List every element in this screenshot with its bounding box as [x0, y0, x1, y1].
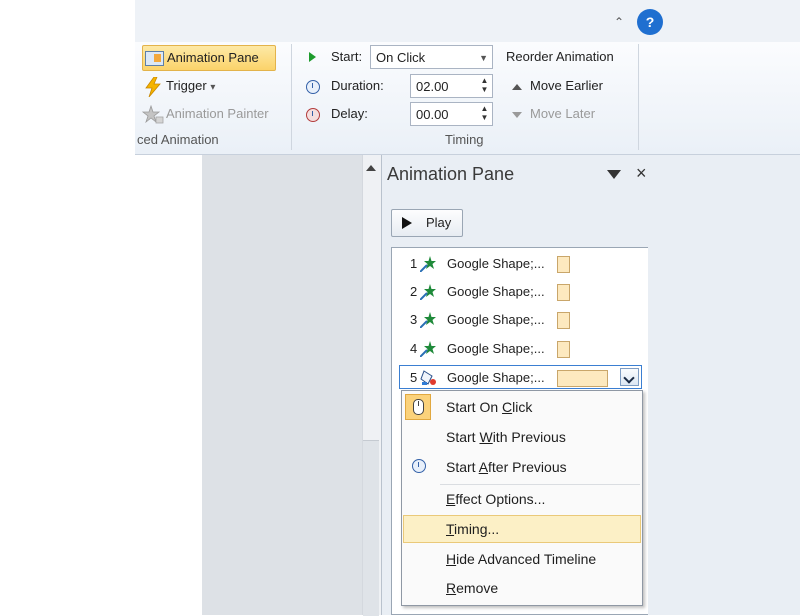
- move-earlier-label: Move Earlier: [530, 78, 603, 93]
- duration-label: Duration:: [331, 78, 384, 93]
- scrollbar-thumb[interactable]: [363, 440, 379, 616]
- menu-item-hide-advanced-timeline[interactable]: Hide Advanced Timeline: [446, 547, 596, 571]
- animation-painter-button[interactable]: Animation Painter: [166, 102, 269, 126]
- clock-icon: [412, 459, 426, 473]
- trigger-label: Trigger: [166, 78, 207, 93]
- reorder-animation-title: Reorder Animation: [506, 49, 614, 64]
- workspace-background: [202, 155, 365, 615]
- chevron-down-icon: ▼: [479, 53, 488, 63]
- play-icon: [402, 217, 412, 229]
- start-play-icon: [309, 52, 316, 62]
- list-item-selected[interactable]: 5 Google Shape;...: [399, 365, 642, 389]
- item-number: 1: [410, 256, 418, 271]
- delay-value: 00.00: [416, 107, 449, 122]
- duration-value: 02.00: [416, 79, 449, 94]
- start-label: Start:: [331, 49, 363, 64]
- mouse-icon: [413, 399, 424, 415]
- item-number: 5: [410, 370, 418, 385]
- start-dropdown[interactable]: On Click ▼: [370, 45, 493, 69]
- item-number: 4: [410, 341, 418, 356]
- pane-title: Animation Pane: [387, 164, 515, 184]
- move-later-label: Move Later: [530, 106, 596, 121]
- menu-item-start-after-previous[interactable]: Start After Previous: [446, 455, 567, 479]
- timing-bar: [557, 256, 570, 273]
- pane-options-icon[interactable]: [607, 170, 621, 179]
- item-label: Google Shape;...: [447, 370, 545, 385]
- spinner-arrows-icon[interactable]: ▲▼: [479, 76, 489, 94]
- motion-star-icon: [420, 284, 436, 300]
- animation-pane-button[interactable]: Animation Pane: [142, 45, 276, 71]
- emphasis-paint-icon: [420, 370, 436, 385]
- advanced-animation-group-label: ced Animation: [137, 132, 219, 147]
- duration-spinner[interactable]: 02.00 ▲▼: [410, 74, 493, 98]
- item-number: 3: [410, 312, 418, 327]
- menu-item-remove[interactable]: Remove: [446, 576, 498, 600]
- item-label: Google Shape;...: [447, 256, 545, 271]
- motion-star-icon: [420, 312, 436, 328]
- menu-item-timing[interactable]: Timing...: [446, 517, 499, 541]
- timing-bar: [557, 370, 608, 387]
- play-button[interactable]: Play: [391, 209, 463, 237]
- delay-clock-icon: [306, 108, 320, 122]
- trigger-caret-icon: ▾: [210, 82, 216, 93]
- motion-star-icon: [420, 341, 436, 357]
- move-earlier-button[interactable]: Move Earlier: [512, 74, 603, 98]
- timing-group-label: Timing: [445, 132, 484, 147]
- menu-item-highlight: [403, 515, 641, 543]
- menu-item-effect-options[interactable]: Effect Options...: [446, 487, 545, 511]
- ribbon-tab-strip: [135, 0, 800, 42]
- play-label: Play: [426, 215, 452, 230]
- trigger-button[interactable]: Trigger ▾: [166, 74, 215, 98]
- close-icon[interactable]: ×: [636, 163, 647, 184]
- menu-item-start-with-previous[interactable]: Start With Previous: [446, 425, 566, 449]
- scroll-up-icon[interactable]: [366, 165, 376, 171]
- timing-bar: [557, 284, 570, 301]
- item-label: Google Shape;...: [447, 341, 545, 356]
- delay-label: Delay:: [331, 106, 368, 121]
- arrow-down-icon: [512, 111, 522, 118]
- move-later-button[interactable]: Move Later: [512, 102, 595, 126]
- motion-star-icon: [420, 256, 436, 272]
- start-dropdown-value: On Click: [376, 50, 426, 65]
- item-dropdown-button[interactable]: [620, 368, 639, 386]
- trigger-icon: [145, 77, 161, 97]
- animation-pane-icon: [145, 51, 164, 66]
- animation-pane-button-label: Animation Pane: [167, 50, 259, 65]
- group-separator: [291, 44, 292, 150]
- timing-bar: [557, 312, 570, 329]
- menu-item-start-on-click[interactable]: Start On Click: [446, 395, 532, 419]
- group-separator: [638, 44, 639, 150]
- menu-divider: [440, 484, 640, 485]
- duration-clock-icon: [306, 80, 320, 94]
- help-icon[interactable]: ?: [637, 9, 663, 35]
- timing-bar: [557, 341, 570, 358]
- item-number: 2: [410, 284, 418, 299]
- arrow-up-icon: [512, 83, 522, 90]
- item-label: Google Shape;...: [447, 312, 545, 327]
- minimize-ribbon-icon[interactable]: ⌃: [614, 15, 624, 29]
- slide-canvas[interactable]: [135, 155, 204, 615]
- delay-spinner[interactable]: 00.00 ▲▼: [410, 102, 493, 126]
- spinner-arrows-icon[interactable]: ▲▼: [479, 104, 489, 122]
- animation-painter-icon: [142, 105, 164, 124]
- item-label: Google Shape;...: [447, 284, 545, 299]
